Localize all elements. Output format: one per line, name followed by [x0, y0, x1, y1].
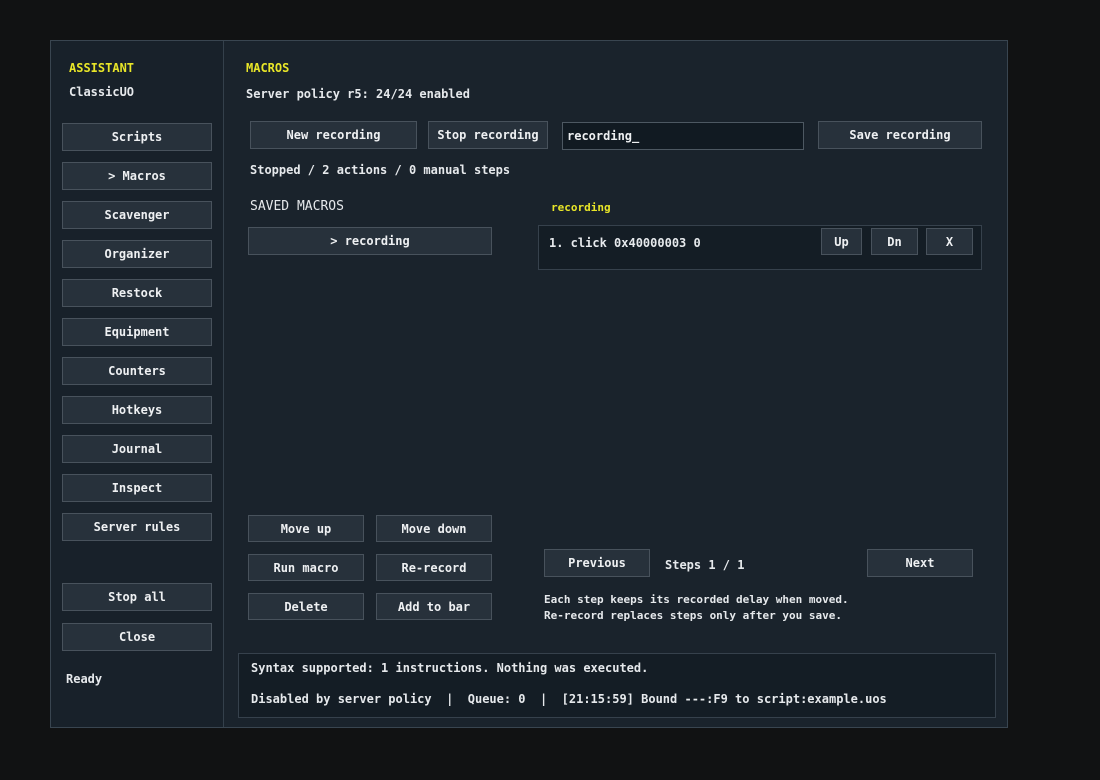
note-line-1: Each step keeps its recorded delay when …	[544, 593, 849, 606]
policy-queue-status-text: Disabled by server policy | Queue: 0 | […	[251, 692, 887, 706]
client-name: ClassicUO	[69, 85, 135, 99]
step-delete-button[interactable]: X	[926, 228, 973, 255]
macro-steps-list: 1. click 0x40000003 0 Up Dn X	[538, 225, 982, 270]
new-recording-button[interactable]: New recording	[250, 121, 417, 149]
sidebar-item-inspect[interactable]: Inspect	[62, 474, 212, 502]
status-panel: Syntax supported: 1 instructions. Nothin…	[238, 653, 996, 718]
note-line-2: Re-record replaces steps only after you …	[544, 609, 843, 622]
previous-page-button[interactable]: Previous	[544, 549, 650, 577]
step-down-button[interactable]: Dn	[871, 228, 918, 255]
sidebar-item-equipment[interactable]: Equipment	[62, 318, 212, 346]
sidebar: ASSISTANT ClassicUO Scripts > Macros Sca…	[51, 41, 224, 727]
steps-page-indicator: Steps 1 / 1	[665, 558, 745, 572]
recording-name-input[interactable]	[562, 122, 804, 150]
status-text: Ready	[66, 672, 103, 686]
next-page-button[interactable]: Next	[867, 549, 973, 577]
selected-macro-name: recording	[551, 201, 611, 214]
sidebar-item-macros[interactable]: > Macros	[62, 162, 212, 190]
sidebar-item-organizer[interactable]: Organizer	[62, 240, 212, 268]
sidebar-item-scripts[interactable]: Scripts	[62, 123, 212, 151]
assistant-window: ASSISTANT ClassicUO Scripts > Macros Sca…	[50, 40, 1008, 728]
macro-step-text: 1. click 0x40000003 0	[549, 236, 701, 250]
stop-recording-button[interactable]: Stop recording	[428, 121, 548, 149]
app-title: ASSISTANT	[69, 61, 135, 75]
move-up-button[interactable]: Move up	[248, 515, 364, 542]
delete-macro-button[interactable]: Delete	[248, 593, 364, 620]
add-to-bar-button[interactable]: Add to bar	[376, 593, 492, 620]
macros-panel: MACROS Server policy r5: 24/24 enabled N…	[224, 41, 1007, 727]
syntax-status-text: Syntax supported: 1 instructions. Nothin…	[251, 661, 649, 675]
sidebar-item-counters[interactable]: Counters	[62, 357, 212, 385]
sidebar-item-journal[interactable]: Journal	[62, 435, 212, 463]
save-recording-button[interactable]: Save recording	[818, 121, 982, 149]
stop-all-button[interactable]: Stop all	[62, 583, 212, 611]
rerecord-button[interactable]: Re-record	[376, 554, 492, 581]
page-title: MACROS	[246, 61, 290, 75]
sidebar-item-scavenger[interactable]: Scavenger	[62, 201, 212, 229]
sidebar-item-restock[interactable]: Restock	[62, 279, 212, 307]
run-macro-button[interactable]: Run macro	[248, 554, 364, 581]
close-button[interactable]: Close	[62, 623, 212, 651]
step-up-button[interactable]: Up	[821, 228, 862, 255]
saved-macro-item[interactable]: > recording	[248, 227, 492, 255]
server-policy-text: Server policy r5: 24/24 enabled	[246, 87, 470, 101]
recording-status-text: Stopped / 2 actions / 0 manual steps	[250, 163, 511, 177]
sidebar-item-server-rules[interactable]: Server rules	[62, 513, 212, 541]
saved-macros-heading: SAVED MACROS	[250, 199, 344, 214]
move-down-button[interactable]: Move down	[376, 515, 492, 542]
sidebar-item-hotkeys[interactable]: Hotkeys	[62, 396, 212, 424]
